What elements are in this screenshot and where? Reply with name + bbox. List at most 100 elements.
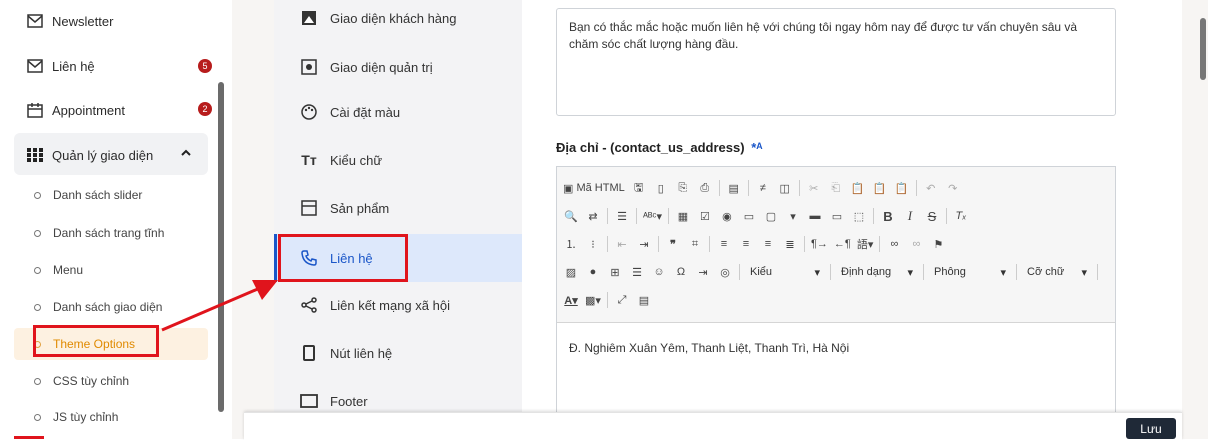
strikethrough-icon[interactable]: S xyxy=(924,207,940,225)
menu-item-color-settings[interactable]: Cài đặt màu xyxy=(274,89,522,135)
notification-badge: 5 xyxy=(198,59,212,73)
image-button-icon[interactable]: ▭ xyxy=(829,207,845,225)
menu-item-products[interactable]: Sản phẩm xyxy=(274,185,522,231)
numbered-list-icon[interactable]: ⒈ xyxy=(563,235,579,253)
show-blocks-icon[interactable]: ▤ xyxy=(636,291,652,309)
print-icon[interactable]: ⎙ xyxy=(697,179,713,197)
text-field-icon[interactable]: ▭ xyxy=(741,207,757,225)
menu-item-contact-button[interactable]: Nút liên hệ xyxy=(274,330,522,376)
menu-item-label: Kiểu chữ xyxy=(330,152,383,168)
preview-icon[interactable]: ⎘ xyxy=(675,179,691,197)
flash-icon[interactable]: ● xyxy=(585,263,601,281)
page-scrollbar[interactable] xyxy=(1200,18,1206,80)
ltr-icon[interactable]: ¶→ xyxy=(811,235,828,253)
align-right-icon[interactable]: ≡ xyxy=(760,235,776,253)
sidebar-item-newsletter[interactable]: Newsletter xyxy=(26,12,113,30)
palette-icon xyxy=(300,103,318,121)
menu-item-typography[interactable]: Tт Kiểu chữ xyxy=(274,137,522,183)
copy-icon[interactable]: ⎗ xyxy=(828,179,844,197)
menu-item-social-links[interactable]: Liên kết mạng xã hội xyxy=(274,282,522,328)
bold-icon[interactable]: B xyxy=(880,207,896,225)
paste-text-icon[interactable]: 📋 xyxy=(872,179,888,197)
spellcheck-icon[interactable]: ᴬᴮᶜ▾ xyxy=(643,207,662,225)
select-all-icon[interactable]: ☰ xyxy=(614,207,630,225)
sidebar-item-appointment[interactable]: Appointment xyxy=(26,101,125,119)
font-dropdown[interactable]: Phông ▾ xyxy=(930,263,1010,281)
source-code-button[interactable]: ▣ Mã HTML xyxy=(563,179,625,197)
menu-item-label: Nút liên hệ xyxy=(330,345,393,361)
language-icon[interactable]: 語▾ xyxy=(857,235,874,253)
radio-icon[interactable]: ◉ xyxy=(719,207,735,225)
styles-dropdown[interactable]: Kiểu ▾ xyxy=(746,263,824,281)
save-icon[interactable]: 🖫 xyxy=(631,179,647,197)
hidden-field-icon[interactable]: ⬚ xyxy=(851,207,867,225)
sidebar-item-contact[interactable]: Liên hệ xyxy=(26,57,95,75)
address-rich-text-editor: ▣ Mã HTML 🖫 ▯ ⎘ ⎙ ▤ ≠ ◫ ✂ ⎗ 📋 📋 📋 ↶ ↷ 🔍 … xyxy=(556,166,1116,416)
sidebar-subitem-custom-css[interactable]: CSS tùy chỉnh xyxy=(34,374,129,388)
rtl-icon[interactable]: ←¶ xyxy=(834,235,851,253)
contact-intro-textarea[interactable]: Bạn có thắc mắc hoặc muốn liên hệ với ch… xyxy=(556,8,1116,116)
background-color-icon[interactable]: ▩▾ xyxy=(585,291,601,309)
smiley-icon[interactable]: ☺ xyxy=(651,263,667,281)
button-icon[interactable]: ▬ xyxy=(807,207,823,225)
iframe-icon[interactable]: ◎ xyxy=(717,263,733,281)
align-left-icon[interactable]: ≡ xyxy=(716,235,732,253)
italic-icon[interactable]: I xyxy=(902,207,918,225)
toolbar-separator xyxy=(923,264,924,280)
anchor-icon[interactable]: ⚑ xyxy=(930,235,946,253)
align-justify-icon[interactable]: ≣ xyxy=(782,235,798,253)
div-container-icon[interactable]: ⌗ xyxy=(687,235,703,253)
textarea-icon[interactable]: ▢ xyxy=(763,207,779,225)
mail-icon xyxy=(26,12,44,30)
select-icon[interactable]: ▾ xyxy=(785,207,801,225)
chevron-up-icon[interactable] xyxy=(180,147,192,159)
page-break-icon[interactable]: ⇥ xyxy=(695,263,711,281)
paste-word-icon[interactable]: 📋 xyxy=(894,179,910,197)
toolbar-separator xyxy=(636,208,637,224)
sidebar-subitem-menu[interactable]: Menu xyxy=(34,263,83,277)
sidebar-subitem-static-pages[interactable]: Danh sách trang tĩnh xyxy=(34,226,164,240)
unlink-icon[interactable]: ∞ xyxy=(908,235,924,253)
save-button[interactable]: Lưu xyxy=(1126,418,1176,439)
outdent-icon[interactable]: ⇤ xyxy=(614,235,630,253)
bullet-list-icon[interactable]: ⁝ xyxy=(585,235,601,253)
image-icon[interactable]: ▨ xyxy=(563,263,579,281)
checkbox-icon[interactable]: ☑ xyxy=(697,207,713,225)
sidebar-item-theme-management[interactable]: Quản lý giao diện xyxy=(26,146,153,164)
replace-icon[interactable]: ⇄ xyxy=(585,207,601,225)
templates-icon[interactable]: ▤ xyxy=(726,179,742,197)
table-insert-icon[interactable]: ⊞ xyxy=(607,263,623,281)
cut-icon[interactable]: ✂ xyxy=(806,179,822,197)
format-dropdown[interactable]: Định dạng ▾ xyxy=(837,263,917,281)
redo-icon[interactable]: ↷ xyxy=(945,179,961,197)
menu-item-admin-ui[interactable]: Giao diện quản trị xyxy=(274,44,522,90)
table-icon[interactable]: ◫ xyxy=(777,179,793,197)
clear-format-icon[interactable]: Tₓ xyxy=(953,207,969,225)
remove-format-icon[interactable]: ≠ xyxy=(755,179,771,197)
form-icon[interactable]: ▦ xyxy=(675,207,691,225)
toolbar-separator xyxy=(945,208,947,224)
text-color-icon[interactable]: A▾ xyxy=(563,291,579,309)
toolbar-separator xyxy=(1097,264,1098,280)
indent-icon[interactable]: ⇥ xyxy=(636,235,652,253)
special-char-icon[interactable]: Ω xyxy=(673,263,689,281)
new-page-icon[interactable]: ▯ xyxy=(653,179,669,197)
translate-icon[interactable]: *ᴬ xyxy=(751,140,762,155)
horizontal-line-icon[interactable]: ☰ xyxy=(629,263,645,281)
undo-icon[interactable]: ↶ xyxy=(923,179,939,197)
blockquote-icon[interactable]: ❞ xyxy=(665,235,681,253)
maximize-icon[interactable]: ⤢ xyxy=(614,291,630,309)
align-center-icon[interactable]: ≡ xyxy=(738,235,754,253)
sidebar-subitem-custom-js[interactable]: JS tùy chỉnh xyxy=(34,410,118,424)
editor-content[interactable]: Đ. Nghiêm Xuân Yêm, Thanh Liệt, Thanh Tr… xyxy=(557,323,1115,373)
sidebar-scrollbar[interactable] xyxy=(218,82,224,412)
sidebar-subitem-slider-list[interactable]: Danh sách slider xyxy=(34,188,142,202)
sidebar-subitem-theme-list[interactable]: Danh sách giao diện xyxy=(34,300,162,314)
menu-item-customer-ui[interactable]: Giao diện khách hàng xyxy=(274,0,522,41)
font-size-dropdown-label: Cỡ chữ xyxy=(1027,266,1065,278)
paste-icon[interactable]: 📋 xyxy=(850,179,866,197)
font-size-dropdown[interactable]: Cỡ chữ ▾ xyxy=(1023,263,1091,281)
sticky-footer-bar xyxy=(244,412,1182,440)
find-icon[interactable]: 🔍 xyxy=(563,207,579,225)
link-icon[interactable]: ∞ xyxy=(886,235,902,253)
